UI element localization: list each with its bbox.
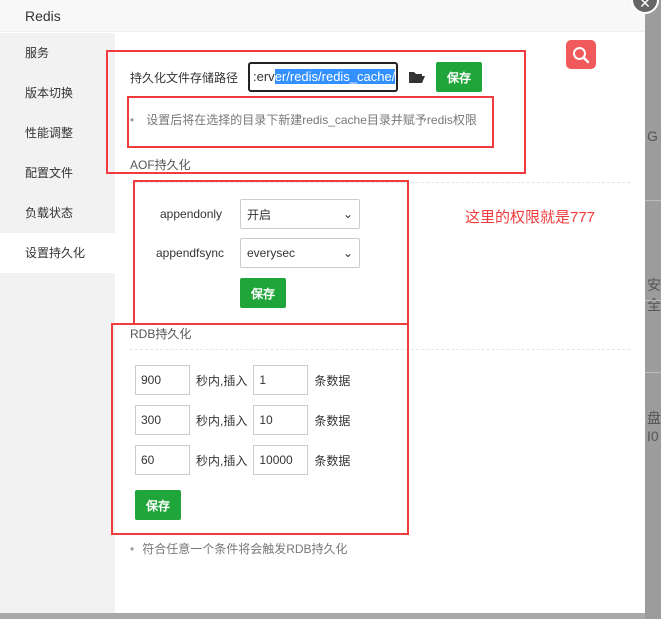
background-text: G (647, 128, 658, 144)
divider (645, 300, 661, 301)
rdb-note: 符合任意一个条件将会触发RDB持久化 (142, 542, 348, 556)
background-text: 盘I0 (647, 410, 661, 444)
annotation-box (127, 96, 494, 148)
divider (645, 200, 661, 201)
background-text: 安全 (647, 277, 661, 313)
annotation-box (111, 323, 409, 535)
sidebar-item-service[interactable]: 服务 (0, 33, 115, 73)
sidebar-item-config[interactable]: 配置文件 (0, 153, 115, 193)
divider (645, 372, 661, 373)
dialog-title: Redis (0, 0, 645, 32)
search-button[interactable] (566, 40, 596, 69)
annotation-box (133, 180, 409, 325)
sidebar-item-performance[interactable]: 性能调整 (0, 113, 115, 153)
sidebar-item-load[interactable]: 负载状态 (0, 193, 115, 233)
close-icon: ✕ (639, 0, 651, 11)
search-icon (573, 46, 590, 63)
sidebar: 服务 版本切换 性能调整 配置文件 负载状态 设置持久化 (0, 33, 115, 613)
annotation-text: 这里的权限就是777 (465, 209, 596, 226)
sidebar-item-persistence[interactable]: 设置持久化 (0, 233, 115, 273)
sidebar-item-version[interactable]: 版本切换 (0, 73, 115, 113)
